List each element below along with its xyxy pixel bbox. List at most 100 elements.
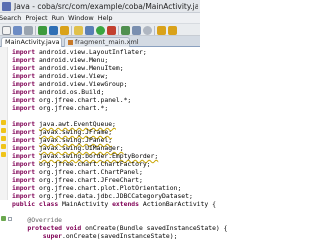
code-token: org.jfree.chart.panel.*; — [38, 96, 132, 104]
warning-marker-icon[interactable] — [1, 120, 6, 125]
code-line[interactable]: super.onCreate(savedInstanceState); — [12, 232, 200, 240]
code-token: import — [12, 128, 39, 136]
code-line[interactable]: @Override — [12, 216, 200, 224]
code-line[interactable]: import android.view.View; — [12, 72, 200, 80]
code-token: MainActivity — [62, 200, 113, 208]
code-token: org.jfree.data.jdbc.JDBCCategoryDataset; — [38, 192, 193, 200]
code-token: ActionBarActivity { — [142, 200, 216, 208]
code-token: import — [12, 144, 39, 152]
code-token: import — [12, 192, 39, 200]
warning-marker-icon[interactable] — [1, 152, 6, 157]
new-class-icon[interactable] — [121, 26, 130, 35]
run-icon[interactable] — [96, 26, 105, 35]
print-icon[interactable] — [24, 26, 33, 35]
code-line[interactable]: import org.jfree.chart.panel.*; — [12, 96, 200, 104]
menu-bar: Search Project Run Window Help — [0, 13, 200, 23]
code-line[interactable]: import org.jfree.chart.JFreeChart; — [12, 176, 200, 184]
code-token: android.view.LayoutInflater; — [38, 48, 147, 56]
debug-icon[interactable] — [85, 26, 94, 35]
forward-icon[interactable] — [168, 26, 177, 35]
code-token: public class — [12, 200, 63, 208]
menu-project[interactable]: Project — [23, 13, 49, 23]
code-token: import — [12, 120, 39, 128]
lint-icon[interactable] — [60, 26, 69, 35]
save-icon[interactable] — [13, 26, 22, 35]
avd-manager-icon[interactable] — [49, 26, 58, 35]
warning-marker-icon[interactable] — [1, 144, 6, 149]
code-token: android.view.View; — [38, 72, 109, 80]
code-line[interactable]: import android.os.Build; — [12, 88, 200, 96]
toolbar-separator — [35, 26, 36, 35]
code-line[interactable]: import org.jfree.chart.ChartPanel; — [12, 168, 200, 176]
code-line[interactable]: import android.view.ViewGroup; — [12, 80, 200, 88]
code-token: org.jfree.chart.ChartPanel; — [38, 168, 143, 176]
code-token: import — [12, 176, 39, 184]
code-line[interactable] — [12, 112, 200, 120]
warning-marker-icon[interactable] — [1, 136, 6, 141]
code-line[interactable]: import javax.swing.JFrame; — [12, 128, 200, 136]
code-token: import — [12, 160, 39, 168]
code-line[interactable]: import javax.swing.UIManager; — [12, 144, 200, 152]
new-project-icon[interactable] — [74, 26, 83, 35]
menu-run[interactable]: Run — [50, 13, 66, 23]
code-token: import — [12, 104, 39, 112]
tab-fragment-main[interactable]: fragment_main.xml — [64, 37, 139, 47]
code-line[interactable]: import org.jfree.chart.*; — [12, 104, 200, 112]
code-token: java.awt.EventQueue; — [38, 120, 116, 128]
tab-label: fragment_main.xml — [75, 38, 139, 46]
code-token: import — [12, 64, 39, 72]
code-token: javax.swing.JFrame; — [38, 128, 113, 136]
code-token: import — [12, 96, 39, 104]
code-token: import — [12, 136, 39, 144]
code-line[interactable]: import java.awt.EventQueue; — [12, 120, 200, 128]
editor-tab-bar: MainActivity.java fragment_main.xml — [0, 36, 200, 47]
code-token: javax.swing.JPanel; — [38, 136, 113, 144]
menu-help[interactable]: Help — [96, 13, 115, 23]
code-line[interactable]: import org.jfree.chart.ChartFactory; — [12, 160, 200, 168]
toolbar-separator — [118, 26, 119, 35]
code-token: .onCreate(savedInstanceState); — [62, 232, 178, 240]
code-line[interactable]: import android.view.MenuItem; — [12, 64, 200, 72]
code-line[interactable]: import org.jfree.chart.plot.PlotOrientat… — [12, 184, 200, 192]
code-token: extends — [112, 200, 143, 208]
code-token: android.view.Menu; — [38, 56, 109, 64]
code-token: import — [12, 72, 39, 80]
code-token: android.view.MenuItem; — [38, 64, 124, 72]
tab-mainactivity[interactable]: MainActivity.java — [1, 37, 62, 47]
code-token: javax.swing.border.EmptyBorder; — [38, 152, 159, 160]
code-token: javax.swing.UIManager; — [38, 144, 124, 152]
search-icon[interactable] — [143, 26, 152, 35]
code-token: import — [12, 184, 39, 192]
eclipse-app-icon — [2, 2, 11, 11]
code-line[interactable]: import org.jfree.data.jdbc.JDBCCategoryD… — [12, 192, 200, 200]
new-icon[interactable] — [2, 26, 11, 35]
code-line[interactable]: import android.view.LayoutInflater; — [12, 48, 200, 56]
code-token: super — [42, 232, 63, 240]
code-line[interactable]: import javax.swing.border.EmptyBorder; — [12, 152, 200, 160]
sdk-manager-icon[interactable] — [38, 26, 47, 35]
menu-search[interactable]: Search — [0, 13, 23, 23]
code-token: @Override — [27, 216, 63, 224]
code-text[interactable]: import android.view.LayoutInflater; impor… — [12, 47, 227, 240]
back-icon[interactable] — [157, 26, 166, 35]
warning-marker-icon[interactable] — [1, 128, 6, 133]
window-title: Java - coba/src/com/example/coba/MainAct… — [14, 2, 198, 11]
code-token: import — [12, 88, 39, 96]
code-token: org.jfree.chart.JFreeChart; — [38, 176, 143, 184]
code-token: import — [12, 56, 39, 64]
code-token: org.jfree.chart.plot.PlotOrientation; — [38, 184, 182, 192]
code-line[interactable]: import android.view.Menu; — [12, 56, 200, 64]
code-editor[interactable]: import android.view.LayoutInflater; impor… — [0, 47, 227, 240]
toolbar — [0, 23, 200, 36]
open-type-icon[interactable] — [132, 26, 141, 35]
code-line[interactable] — [12, 208, 200, 216]
code-line[interactable]: protected void onCreate(Bundle savedInst… — [12, 224, 227, 232]
menu-window[interactable]: Window — [66, 13, 96, 23]
override-marker-icon — [1, 216, 6, 221]
code-line[interactable]: import javax.swing.JPanel; — [12, 136, 200, 144]
external-tools-icon[interactable] — [107, 26, 116, 35]
code-line[interactable]: public class MainActivity extends Action… — [12, 200, 216, 208]
code-token: onCreate(Bundle savedInstanceState) { — [85, 224, 228, 232]
